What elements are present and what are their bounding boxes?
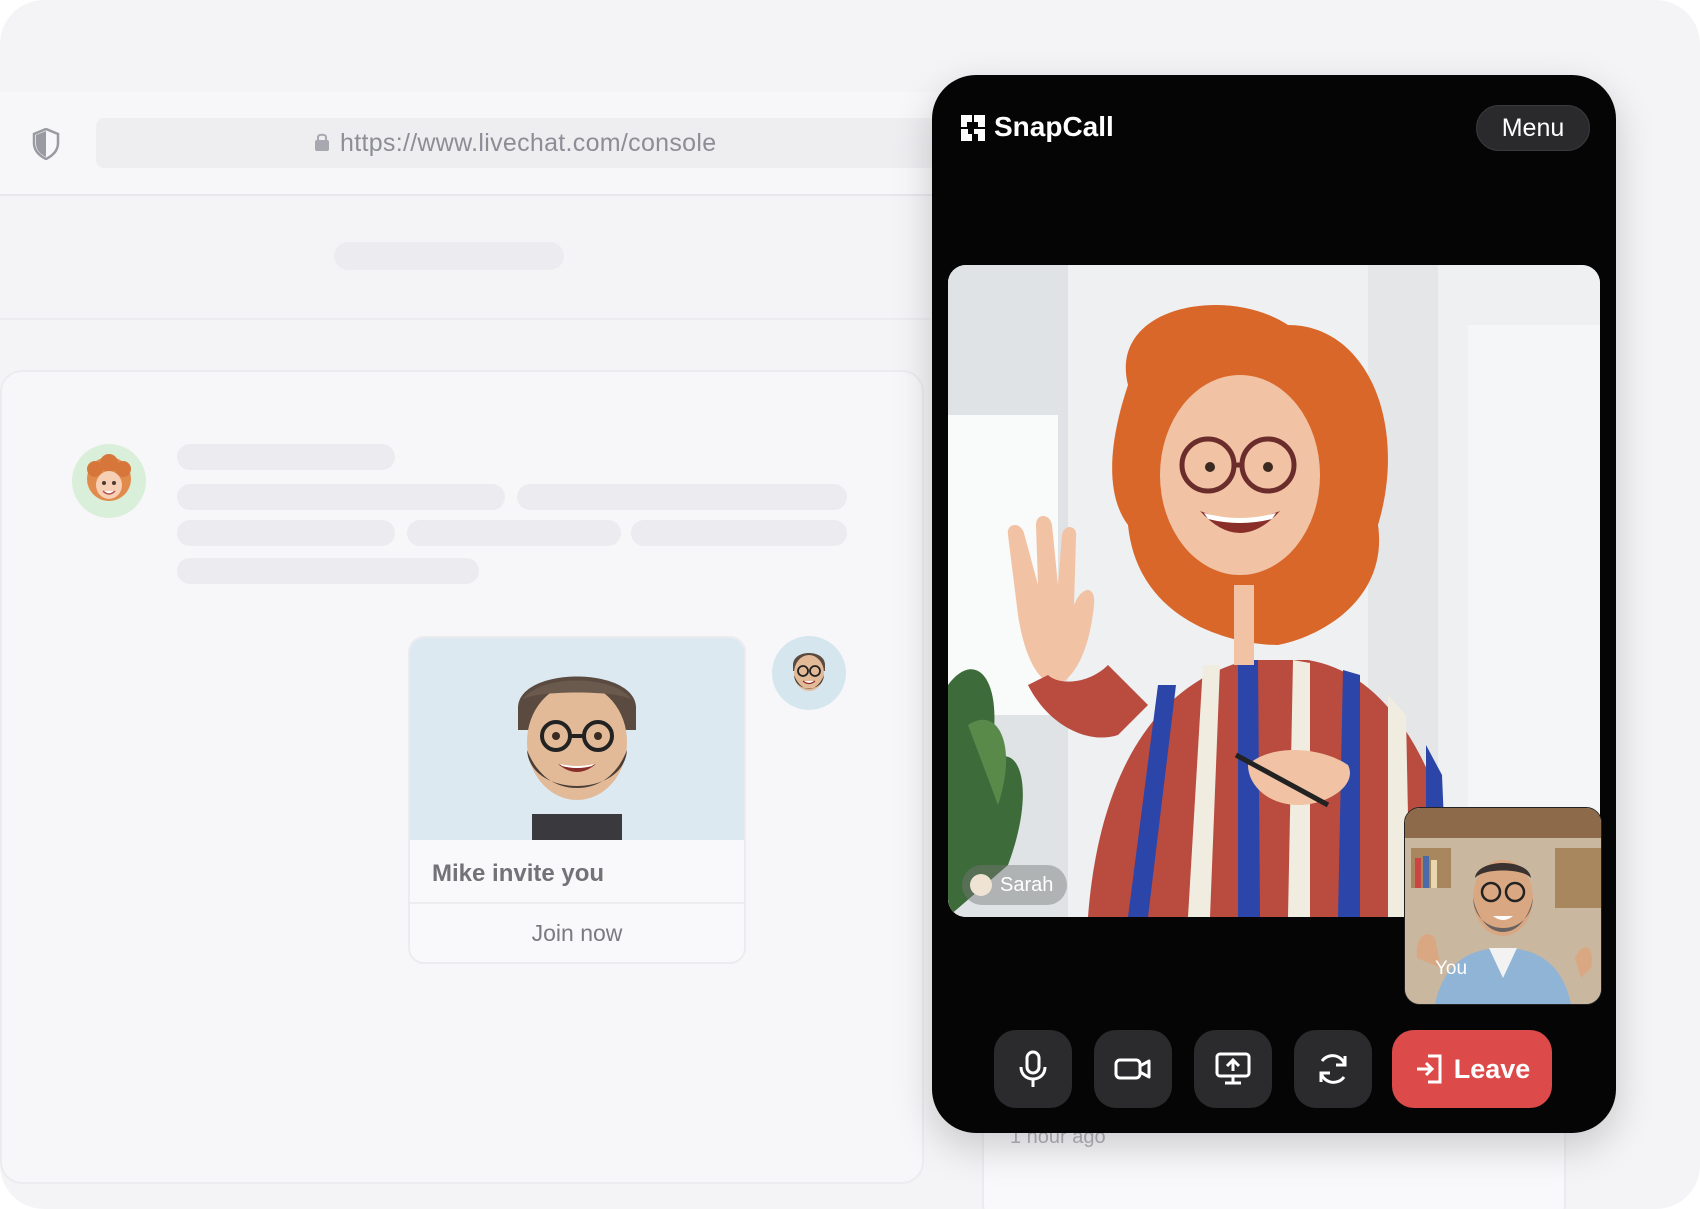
- snapcall-widget: SnapCall Menu Sarah You Leave: [932, 75, 1616, 1133]
- switch-camera-button[interactable]: [1294, 1030, 1372, 1108]
- invite-image: [410, 638, 744, 840]
- remote-name-badge: Sarah: [962, 865, 1068, 905]
- divider: [0, 318, 930, 320]
- avatar-mike: [772, 636, 846, 710]
- sarah-avatar-icon: [970, 874, 992, 896]
- mike-memoji-icon: [518, 676, 636, 840]
- divider: [410, 902, 744, 904]
- message-placeholder: [177, 520, 395, 546]
- refresh-icon: [1319, 1054, 1347, 1084]
- screen-share-icon: [1215, 1052, 1251, 1085]
- url-text: https://www.livechat.com/console: [340, 129, 717, 157]
- microphone-icon: [1019, 1050, 1047, 1087]
- join-now-button[interactable]: Join now: [410, 920, 744, 947]
- leave-icon: [1416, 1054, 1442, 1084]
- camera-icon: [1114, 1058, 1151, 1080]
- invite-card: Mike invite you Join now: [408, 636, 746, 964]
- message-placeholder: [407, 520, 621, 546]
- message-placeholder: [177, 444, 395, 470]
- app-window: https://www.livechat.com/console Mike in…: [0, 0, 1700, 1209]
- message-placeholder: [517, 484, 847, 510]
- screen-share-button[interactable]: [1194, 1030, 1272, 1108]
- self-name: You: [1435, 958, 1468, 979]
- remote-name: Sarah: [1000, 873, 1054, 896]
- title-placeholder: [334, 242, 564, 270]
- microphone-button[interactable]: [994, 1030, 1072, 1108]
- browser-toolbar: https://www.livechat.com/console: [0, 92, 940, 196]
- mike-memoji-icon: [793, 653, 825, 691]
- message-placeholder: [177, 558, 479, 584]
- shield-icon: [32, 128, 60, 160]
- snapcall-logo-icon: [961, 115, 985, 141]
- address-bar[interactable]: https://www.livechat.com/console: [96, 118, 936, 168]
- leave-label: Leave: [1453, 1053, 1531, 1084]
- message-placeholder: [177, 484, 505, 510]
- brand-name: SnapCall: [994, 111, 1114, 142]
- invite-title: Mike invite you: [432, 860, 605, 887]
- message-placeholder: [631, 520, 847, 546]
- leave-button[interactable]: Leave: [1392, 1030, 1552, 1108]
- self-video: You: [1404, 807, 1602, 1005]
- camera-button[interactable]: [1094, 1030, 1172, 1108]
- menu-button[interactable]: Menu: [1476, 105, 1590, 151]
- lock-icon: [315, 133, 329, 151]
- sarah-memoji-icon: [87, 454, 131, 501]
- avatar-sarah: [72, 444, 146, 518]
